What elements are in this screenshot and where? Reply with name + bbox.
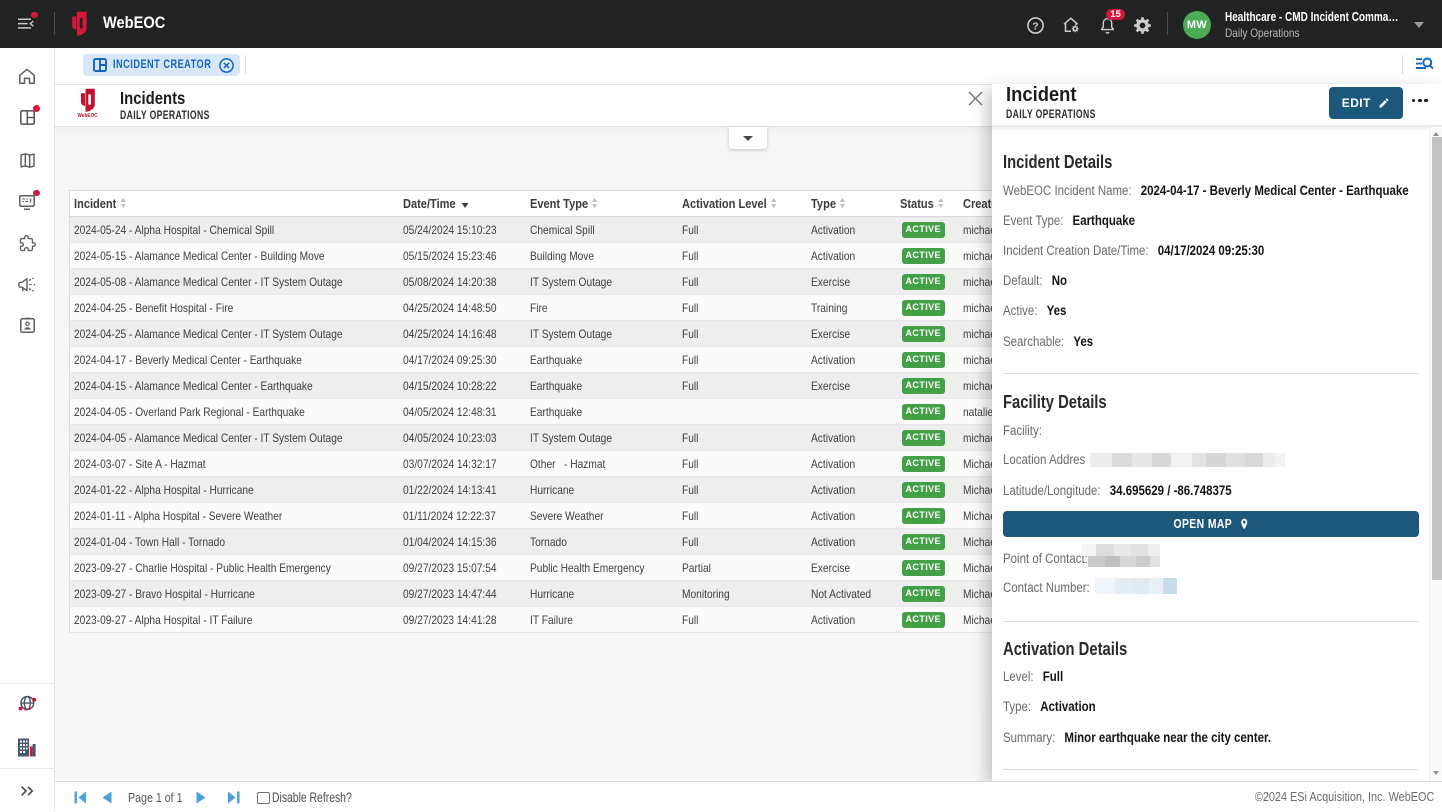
svg-text:?: ?	[1032, 20, 1038, 32]
